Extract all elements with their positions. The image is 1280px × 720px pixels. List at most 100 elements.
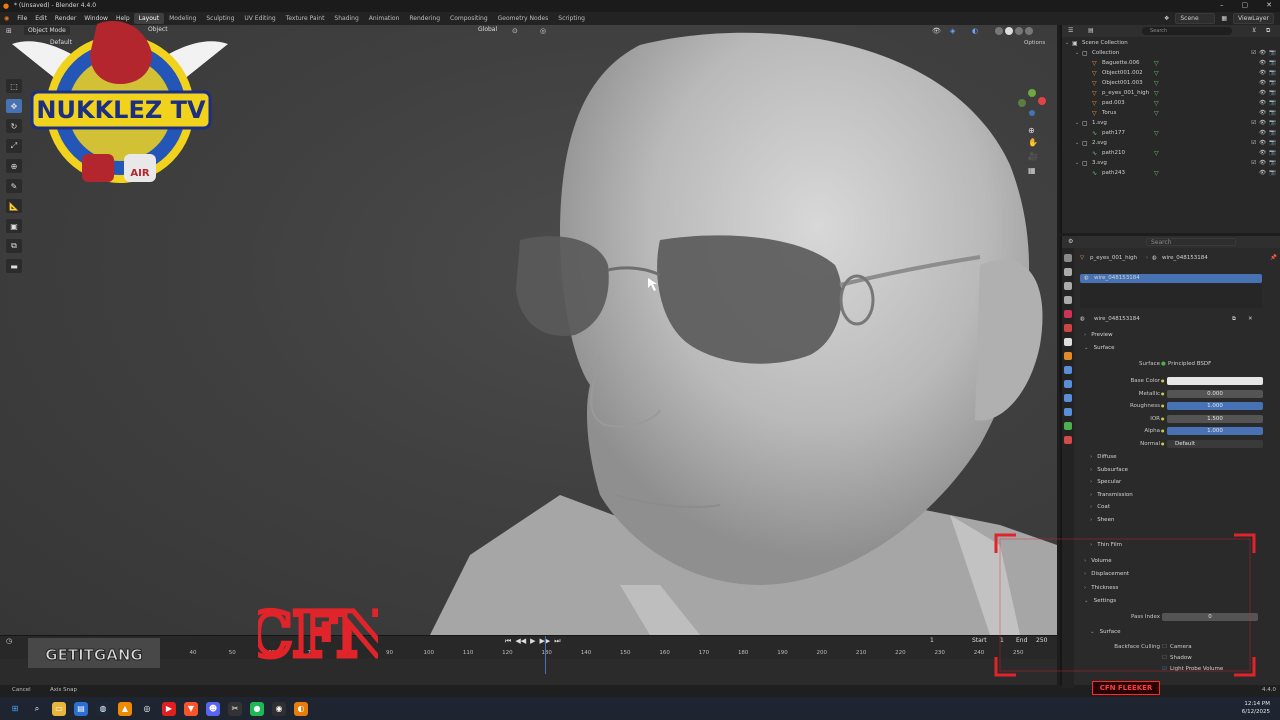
- discord-icon[interactable]: ☻: [206, 701, 220, 716]
- camera-icon[interactable]: 📷: [1269, 130, 1276, 136]
- rendered-shading-icon[interactable]: [1025, 27, 1033, 35]
- camera-icon[interactable]: 📷: [1269, 170, 1276, 176]
- scene-tab-icon[interactable]: [1064, 310, 1072, 318]
- bsdf-subsection[interactable]: › Sheen: [1090, 517, 1114, 523]
- surface-section[interactable]: ⌄ Surface: [1084, 345, 1115, 351]
- material-slot-list[interactable]: ◍ wire_048153184: [1080, 274, 1262, 283]
- ruler-tool[interactable]: ▬: [6, 259, 22, 273]
- eye-icon[interactable]: 👁: [1259, 50, 1266, 56]
- new-collection-icon[interactable]: ⧉: [1266, 27, 1270, 35]
- camera-icon[interactable]: 📷: [1269, 50, 1276, 56]
- duplicate-icon[interactable]: ⧉: [1232, 316, 1236, 323]
- shading-buttons[interactable]: [995, 27, 1033, 35]
- bsdf-field-value[interactable]: 1.000: [1167, 402, 1263, 410]
- socket-icon[interactable]: ●: [1161, 378, 1165, 383]
- tab-uv-editing[interactable]: UV Editing: [239, 13, 280, 24]
- bsdf-subsection[interactable]: › Subsurface: [1090, 467, 1128, 473]
- outliner-row[interactable]: ⌄ ▢ 2.svg ☑ 👁 📷: [1062, 139, 1280, 149]
- eye-icon[interactable]: 👁: [1259, 70, 1266, 76]
- expand-arrow-icon[interactable]: ⌄: [1075, 160, 1079, 166]
- tab-texture-paint[interactable]: Texture Paint: [281, 13, 330, 24]
- brave-icon[interactable]: ▼: [184, 701, 198, 716]
- bsdf-subsection[interactable]: › Specular: [1090, 479, 1121, 485]
- properties-search-input[interactable]: Search: [1146, 238, 1236, 246]
- datablock-name-field[interactable]: wire_048153184: [1094, 316, 1140, 322]
- close-button[interactable]: ✕: [1266, 1, 1272, 9]
- eye-icon[interactable]: 👁: [1259, 100, 1266, 106]
- properties-editor-icon[interactable]: ⚙: [1068, 238, 1073, 245]
- outliner-row[interactable]: ▽ Torus ▽ 👁 📷: [1062, 109, 1280, 119]
- visibility-toggles[interactable]: ☑ 👁 📷: [1251, 160, 1276, 166]
- jump-start-icon[interactable]: ⏮: [505, 637, 511, 646]
- view-layer-tab-icon[interactable]: [1064, 296, 1072, 304]
- bsdf-field-value[interactable]: 1.000: [1167, 427, 1263, 435]
- expand-arrow-icon[interactable]: ⌄: [1075, 140, 1079, 146]
- tab-shading[interactable]: Shading: [329, 13, 363, 24]
- tab-geometry-nodes[interactable]: Geometry Nodes: [493, 13, 554, 24]
- play-icon[interactable]: ▶: [530, 637, 535, 646]
- solid-shading-icon[interactable]: [1005, 27, 1013, 35]
- tab-compositing[interactable]: Compositing: [445, 13, 493, 24]
- current-frame-field[interactable]: 1: [930, 637, 934, 644]
- material-slot-name[interactable]: wire_048153184: [1094, 275, 1140, 281]
- exclude-checkbox-icon[interactable]: ☑: [1251, 50, 1256, 56]
- camera-icon[interactable]: 📷: [1269, 60, 1276, 66]
- bsdf-field-value[interactable]: Default: [1167, 439, 1263, 448]
- camera-icon[interactable]: 📷: [1269, 140, 1276, 146]
- outliner-search-input[interactable]: Search: [1142, 27, 1232, 35]
- search-icon[interactable]: ⌕: [30, 702, 44, 716]
- overlay-toggle-icon[interactable]: ◐: [972, 27, 978, 35]
- bsdf-subsection[interactable]: › Coat: [1090, 504, 1110, 510]
- socket-icon[interactable]: ●: [1161, 428, 1165, 433]
- camera-icon[interactable]: 📷: [1269, 110, 1276, 116]
- constraints-tab-icon[interactable]: [1064, 408, 1072, 416]
- outliner-row[interactable]: ⌄ ▢ Collection ☑ 👁 📷: [1062, 49, 1280, 59]
- eye-icon[interactable]: 👁: [1259, 60, 1266, 66]
- outliner-editor-icon[interactable]: ☰: [1068, 27, 1073, 34]
- tab-rendering[interactable]: Rendering: [404, 13, 445, 24]
- eye-icon[interactable]: 👁: [1259, 170, 1266, 176]
- file-explorer-icon[interactable]: ▭: [52, 701, 66, 716]
- blender-taskbar-icon[interactable]: ◐: [294, 701, 308, 716]
- camera-icon[interactable]: 📷: [1269, 150, 1276, 156]
- outliner[interactable]: ☰ ▤ Search ⊻ ⧉ ⌄ ▣ Scene Collection ⌄ ▢ Colle…: [1060, 25, 1280, 233]
- object-tab-icon[interactable]: [1064, 352, 1072, 360]
- add-cube-tool[interactable]: ▣: [6, 219, 22, 233]
- bsdf-subsection[interactable]: › Diffuse: [1090, 454, 1117, 460]
- maximize-button[interactable]: ▢: [1242, 1, 1249, 9]
- snap-icon[interactable]: ⊙: [512, 27, 518, 35]
- visibility-toggles[interactable]: ☑ 👁 📷: [1251, 140, 1276, 146]
- visibility-toggles[interactable]: 👁 📷: [1259, 170, 1276, 176]
- eye-icon[interactable]: 👁: [1259, 150, 1266, 156]
- socket-icon[interactable]: ●: [1161, 391, 1165, 396]
- socket-icon[interactable]: ●: [1161, 416, 1165, 421]
- eye-icon[interactable]: 👁: [1259, 130, 1266, 136]
- expand-arrow-icon[interactable]: ⌄: [1075, 50, 1079, 56]
- capcut-icon[interactable]: ✂: [228, 701, 242, 716]
- bsdf-field-value[interactable]: 1.500: [1167, 414, 1263, 423]
- visibility-toggles[interactable]: 👁 📷: [1259, 130, 1276, 136]
- expand-arrow-icon[interactable]: ⌄: [1075, 120, 1079, 126]
- tab-scripting[interactable]: Scripting: [553, 13, 590, 24]
- display-mode-icon[interactable]: ▤: [1088, 27, 1094, 34]
- outliner-row[interactable]: ⌄ ▢ 3.svg ☑ 👁 📷: [1062, 159, 1280, 169]
- preview-section[interactable]: › Preview: [1084, 332, 1113, 338]
- prev-key-icon[interactable]: ◀◀: [515, 637, 526, 646]
- eye-icon[interactable]: 👁: [1259, 140, 1266, 146]
- collection-tab-icon[interactable]: [1064, 338, 1072, 346]
- outliner-row[interactable]: ∿ path177 ▽ 👁 📷: [1062, 129, 1280, 139]
- bsdf-field-value[interactable]: [1167, 377, 1263, 385]
- particles-tab-icon[interactable]: [1064, 380, 1072, 388]
- orientation-selector[interactable]: Global: [478, 26, 497, 33]
- eye-icon[interactable]: 👁: [1259, 120, 1266, 126]
- bsdf-field-value[interactable]: 0.000: [1167, 389, 1263, 398]
- data-tab-icon[interactable]: [1064, 422, 1072, 430]
- modifier-tab-icon[interactable]: [1064, 366, 1072, 374]
- expand-arrow-icon[interactable]: ⌄: [1065, 40, 1069, 46]
- tool-tab-icon[interactable]: [1064, 254, 1072, 262]
- material-shading-icon[interactable]: [1015, 27, 1023, 35]
- outliner-row[interactable]: ▽ Baguette.006 ▽ 👁 📷: [1062, 59, 1280, 69]
- visibility-toggles[interactable]: 👁 📷: [1259, 90, 1276, 96]
- exclude-checkbox-icon[interactable]: ☑: [1251, 120, 1256, 126]
- timeline-editor-icon[interactable]: ◷: [6, 637, 12, 645]
